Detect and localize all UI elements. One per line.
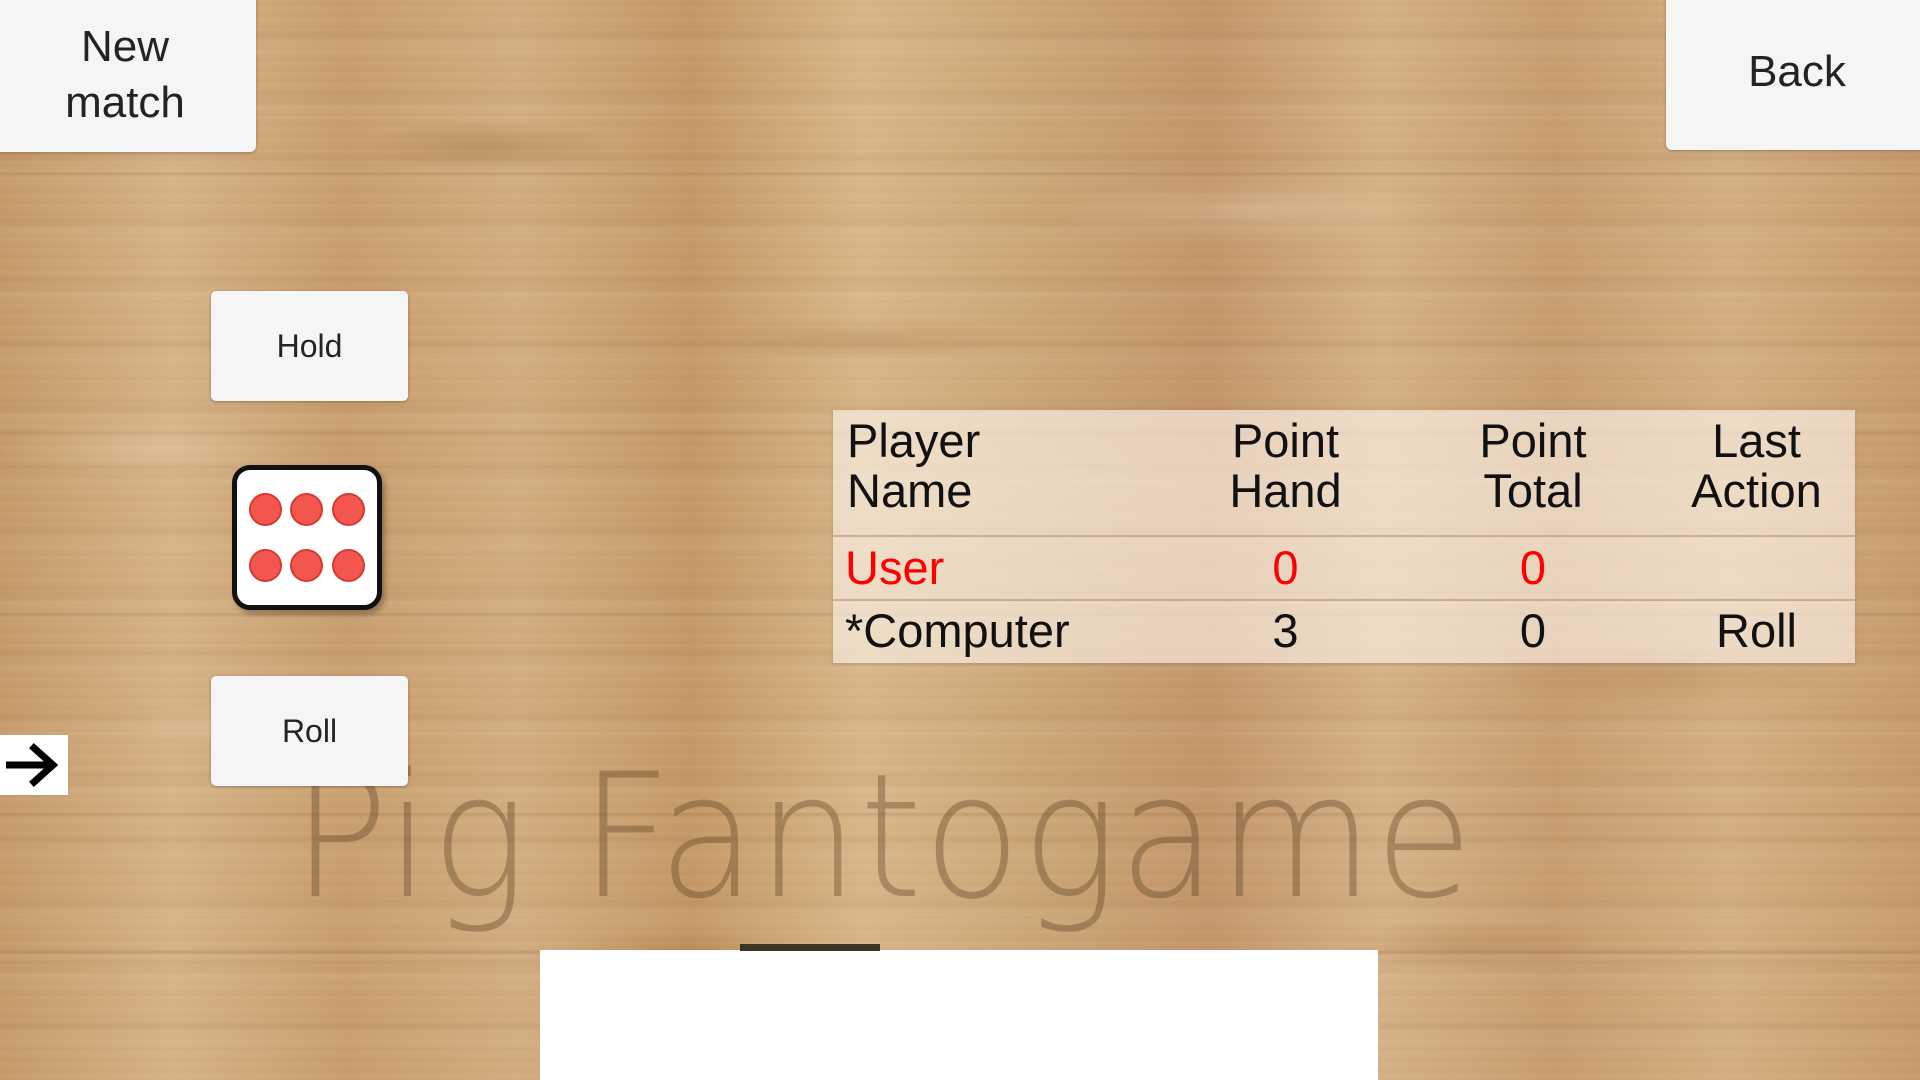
table-header-row: Player Name Point Hand Point Total Last … [833, 410, 1855, 537]
back-button[interactable]: Back [1666, 0, 1920, 150]
cell-point-hand: 3 [1272, 604, 1299, 658]
column-header-point-total: Point Total [1479, 414, 1587, 517]
column-header-player-name: Player Name [847, 414, 981, 517]
arrow-right-button[interactable] [0, 735, 68, 795]
column-header-point-hand: Point Hand [1229, 414, 1342, 517]
cell-last-action: Roll [1716, 604, 1797, 658]
cell-player-name: *Computer [845, 604, 1070, 658]
die-pip [331, 493, 365, 527]
die-pip [249, 548, 283, 582]
arrow-right-icon [4, 743, 60, 787]
hold-button[interactable]: Hold [211, 291, 408, 401]
cell-player-name: User [845, 541, 945, 595]
column-header-last-action: Last Action [1691, 414, 1822, 517]
die-pip [331, 548, 365, 582]
panel-notch [740, 944, 880, 951]
table-row: User 0 0 [833, 537, 1855, 599]
scoreboard-table: Player Name Point Hand Point Total Last … [833, 410, 1855, 663]
die-face[interactable] [232, 465, 382, 610]
table-row: *Computer 3 0 Roll [833, 599, 1855, 661]
die-pip [249, 493, 283, 527]
cell-point-total: 0 [1519, 604, 1547, 658]
game-screen: Pig Fantogame New match Back Hold Roll P… [0, 0, 1920, 1080]
die-pip [290, 493, 324, 527]
cell-point-hand: 0 [1272, 541, 1299, 595]
bottom-panel [540, 944, 1378, 1080]
roll-button[interactable]: Roll [211, 676, 408, 786]
cell-point-total: 0 [1519, 541, 1547, 595]
new-match-button[interactable]: New match [0, 0, 256, 152]
die-pip [290, 548, 324, 582]
